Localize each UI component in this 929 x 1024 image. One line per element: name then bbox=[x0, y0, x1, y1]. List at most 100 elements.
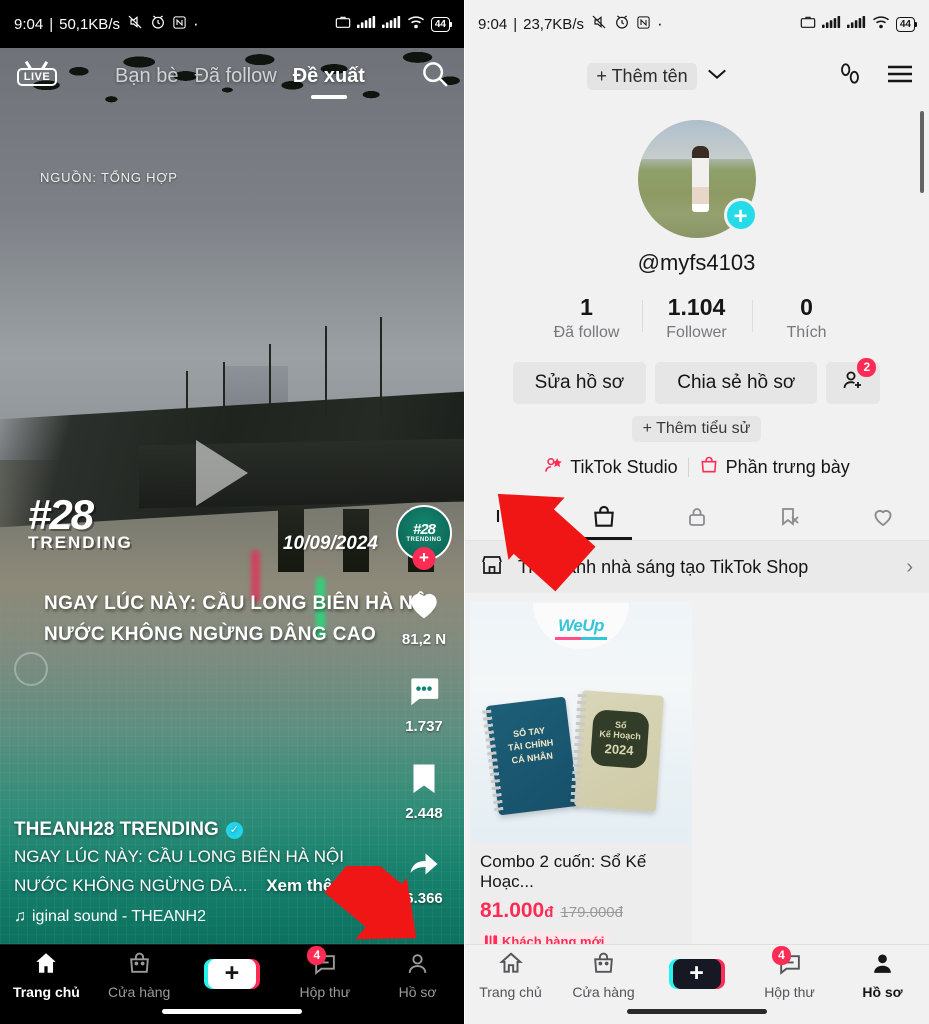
header-icons bbox=[837, 61, 915, 92]
add-friends-badge: 2 bbox=[857, 358, 877, 377]
status-bar-right-group: 44 bbox=[335, 14, 453, 34]
nav-label: Hồ sơ bbox=[398, 983, 437, 1000]
play-icon[interactable] bbox=[196, 440, 248, 506]
nfc-icon bbox=[172, 15, 187, 34]
feed-top-nav: LIVE Bạn bè Đã follow Đề xuất bbox=[0, 48, 464, 104]
showcase-link[interactable]: Phần trưng bày bbox=[699, 455, 850, 480]
video-author[interactable]: THEANH28 TRENDING ✓ bbox=[14, 819, 404, 841]
footprints-icon[interactable] bbox=[837, 61, 863, 92]
plus-create-icon: + bbox=[207, 958, 256, 989]
stat-following[interactable]: 1 Đã follow bbox=[532, 294, 642, 342]
street-lamp bbox=[222, 361, 225, 434]
brand-badge: WeUp bbox=[533, 603, 629, 649]
video-sound-label: iginal sound - THEANH2 bbox=[32, 908, 207, 925]
mute-icon bbox=[590, 14, 608, 34]
add-name-group[interactable]: + Thêm tên bbox=[587, 62, 728, 90]
product-title: Combo 2 cuốn: Sổ Kế Hoạc... bbox=[480, 852, 647, 891]
bookmark-count: 2.448 bbox=[405, 805, 443, 822]
links-separator bbox=[687, 458, 689, 477]
search-icon[interactable] bbox=[420, 59, 450, 94]
video-date: 10/09/2024 bbox=[282, 533, 378, 554]
status-time: 9:04 bbox=[478, 15, 508, 33]
avatar-add-button[interactable]: + bbox=[723, 198, 758, 232]
hamburger-menu-icon[interactable] bbox=[885, 63, 915, 90]
nav-trang-chu[interactable]: Trang chủ bbox=[464, 950, 557, 1000]
home-icon bbox=[498, 950, 524, 981]
status-bar-right-group: 44 bbox=[800, 14, 918, 34]
left-phone-screen: 9:04 | 50,1KB/s · 44 LIVE Bạn bè Đã foll… bbox=[0, 0, 464, 1024]
nav-label: Trang chủ bbox=[12, 984, 80, 1000]
share-profile-button[interactable]: Chia sẻ hồ sơ bbox=[655, 362, 818, 404]
home-indicator bbox=[626, 1009, 767, 1014]
video-source-tag: NGUỒN: TỔNG HỢP bbox=[40, 170, 178, 185]
tab-de-xuat[interactable]: Đề xuất bbox=[293, 65, 365, 88]
profile-links: TikTok Studio Phần trưng bày bbox=[464, 455, 929, 480]
street-lamp bbox=[185, 370, 188, 434]
wifi-icon bbox=[407, 15, 425, 33]
arrow-pointing-to-shop-tab bbox=[497, 493, 596, 592]
status-network-speed: 50,1KB/s bbox=[59, 15, 120, 33]
creator-avatar[interactable]: #28 TRENDING + bbox=[396, 505, 452, 570]
edit-profile-button[interactable]: Sửa hồ sơ bbox=[512, 362, 647, 404]
bottom-nav-right: Trang chủ Cửa hàng + 4 Hộp thư Hồ sơ bbox=[464, 944, 929, 1024]
tab-ban-be[interactable]: Bạn bè bbox=[115, 65, 178, 88]
chevron-right-icon: › bbox=[906, 555, 913, 578]
nav-create[interactable]: + bbox=[650, 958, 743, 992]
lock-bag-icon bbox=[699, 455, 719, 480]
nav-cua-hang[interactable]: Cửa hàng bbox=[557, 951, 650, 1000]
bookmark-button[interactable]: 2.448 bbox=[405, 759, 443, 822]
chevron-down-icon[interactable] bbox=[706, 67, 728, 86]
nav-hop-thu[interactable]: 4 Hộp thư bbox=[743, 945, 836, 1000]
video-headline: NGAY LÚC NÀY: CẦU LONG BIÊN HÀ NỘI NƯỚC … bbox=[44, 588, 434, 650]
profile-actions: Sửa hồ sơ Chia sẻ hồ sơ 2 bbox=[464, 358, 929, 404]
stat-label: Đã follow bbox=[553, 324, 620, 341]
right-phone-screen: 9:04 | 23,7KB/s · 44 + Thêm tên + @myfs4… bbox=[464, 0, 929, 1024]
shop-bag-icon bbox=[127, 951, 152, 981]
nav-label: Hộp thư bbox=[299, 983, 351, 1000]
inbox-badge: 4 bbox=[772, 945, 791, 965]
nav-ho-so[interactable]: Hồ sơ bbox=[836, 951, 929, 1000]
person-icon bbox=[870, 951, 895, 981]
notebook-cover-label: Sổ Kế Hoạch 2024 bbox=[589, 709, 650, 769]
nav-trang-chu[interactable]: Trang chủ bbox=[0, 950, 93, 1000]
tab-liked[interactable] bbox=[836, 494, 929, 540]
battery-indicator: 44 bbox=[895, 16, 918, 32]
product-price-row: 81.000đ 179.000đ bbox=[480, 899, 682, 923]
add-friends-button[interactable]: 2 bbox=[826, 358, 881, 404]
follow-plus-button[interactable]: + bbox=[412, 547, 436, 570]
status-separator: | bbox=[49, 15, 54, 33]
video-author-name: THEANH28 TRENDING bbox=[14, 819, 219, 840]
battery-indicator: 44 bbox=[430, 16, 453, 32]
dot-icon: · bbox=[656, 14, 663, 33]
headline-line-1: NGAY LÚC NÀY: CẦU LONG BIÊN HÀ NỘI bbox=[44, 593, 435, 614]
plus-create-icon: + bbox=[672, 958, 721, 989]
comment-button[interactable]: 1.737 bbox=[404, 672, 444, 735]
stat-followers[interactable]: 1.104 Follower bbox=[641, 294, 752, 342]
tab-repost[interactable] bbox=[743, 494, 836, 540]
profile-avatar-wrap[interactable]: + bbox=[637, 120, 758, 238]
stat-likes[interactable]: 0 Thích bbox=[751, 294, 862, 342]
add-name-button[interactable]: + Thêm tên bbox=[587, 62, 697, 90]
signal-icon bbox=[821, 15, 841, 33]
alarm-icon bbox=[150, 14, 166, 34]
nav-cua-hang[interactable]: Cửa hàng bbox=[93, 951, 186, 1000]
plus-sign: + bbox=[689, 959, 704, 987]
shop-bag-icon bbox=[591, 951, 616, 981]
video-brand-watermark: #28 TRENDING bbox=[28, 491, 133, 553]
status-bar-left: 9:04 | 50,1KB/s · 44 bbox=[0, 0, 464, 48]
scrollbar[interactable] bbox=[920, 111, 924, 193]
tab-private[interactable] bbox=[650, 494, 743, 540]
status-time: 9:04 bbox=[14, 15, 44, 33]
live-label: LIVE bbox=[16, 67, 58, 86]
live-button[interactable]: LIVE bbox=[14, 67, 60, 86]
home-indicator bbox=[162, 1009, 302, 1014]
like-button[interactable]: 81,2 N bbox=[402, 585, 446, 648]
brand-hash-28: #28 bbox=[28, 491, 94, 538]
planner-year: 2024 bbox=[604, 741, 635, 758]
tab-da-follow[interactable]: Đã follow bbox=[194, 65, 276, 88]
person-star-icon bbox=[543, 455, 563, 480]
tiktok-studio-link[interactable]: TikTok Studio bbox=[543, 455, 678, 480]
like-count: 81,2 N bbox=[401, 631, 447, 648]
add-bio-button[interactable]: + Thêm tiểu sử bbox=[631, 416, 762, 442]
nav-create[interactable]: + bbox=[186, 958, 279, 992]
